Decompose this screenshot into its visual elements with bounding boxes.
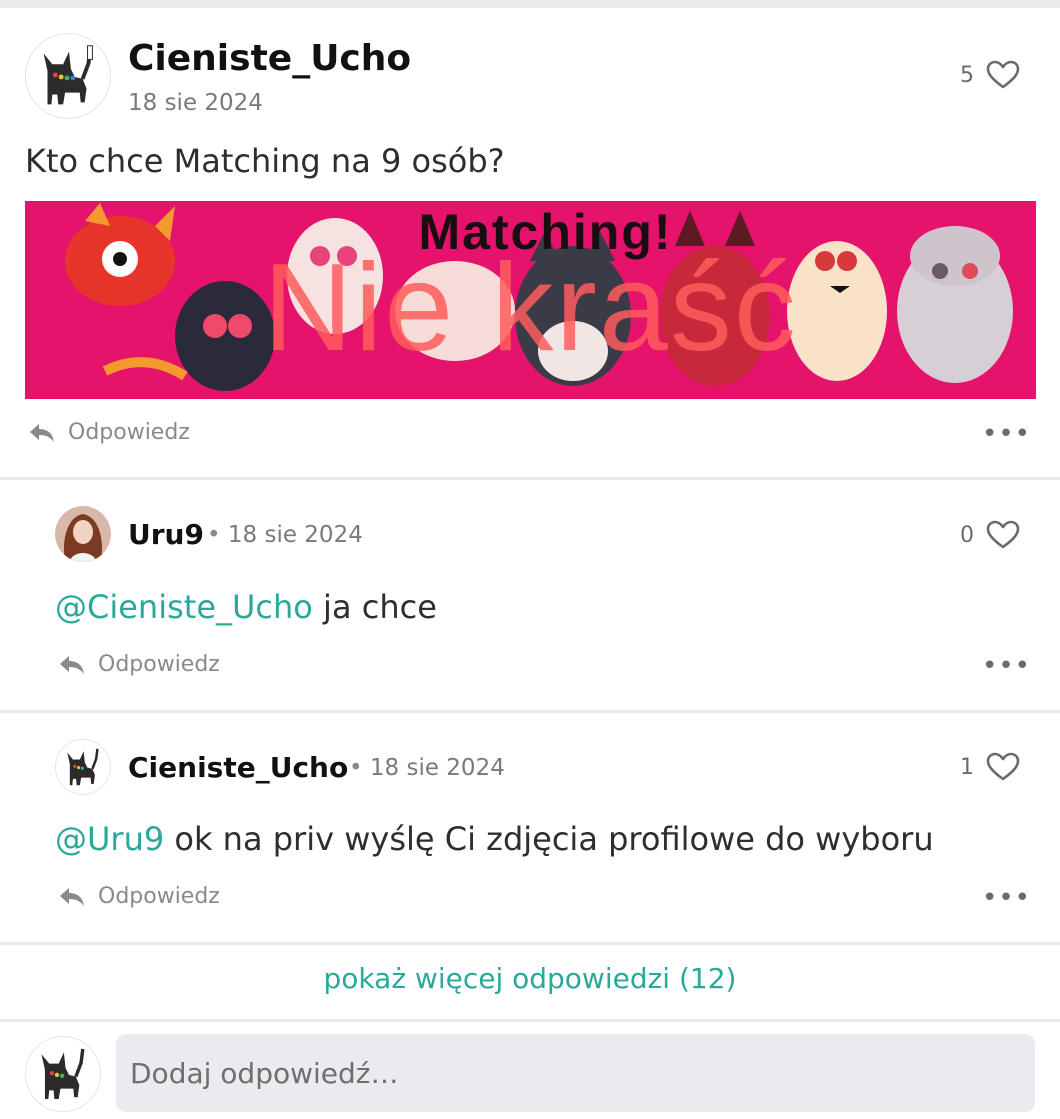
- separator-dot: •: [207, 522, 221, 548]
- reply-date-text: 18 sie 2024: [369, 755, 505, 781]
- reply-date: • 18 sie 2024: [349, 755, 505, 781]
- top-strip: [0, 0, 1060, 8]
- cat-avatar-icon: [67, 748, 99, 786]
- reply-date-text: 18 sie 2024: [227, 522, 363, 548]
- reply-label: Odpowiedz: [98, 884, 220, 909]
- current-user-avatar: [25, 1036, 101, 1112]
- reply-label: Odpowiedz: [68, 420, 190, 445]
- cat-avatar-icon: [41, 1048, 85, 1099]
- heart-icon[interactable]: [986, 60, 1020, 90]
- show-more-replies-link[interactable]: pokaż więcej odpowiedzi (12): [0, 962, 1060, 995]
- reply-input[interactable]: [116, 1034, 1035, 1112]
- heart-icon[interactable]: [986, 752, 1020, 782]
- post-like[interactable]: 5: [960, 60, 1020, 90]
- banner-title: Matching!: [418, 204, 673, 260]
- reply-author-avatar[interactable]: [55, 506, 111, 562]
- reply-text: @Uru9 ok na priv wyślę Ci zdjęcia profil…: [55, 820, 934, 858]
- heart-icon[interactable]: [986, 520, 1020, 550]
- reply-arrow-icon: [60, 655, 84, 674]
- reply-reply-button[interactable]: Odpowiedz: [58, 652, 220, 677]
- more-dots-icon[interactable]: •••: [982, 421, 1031, 447]
- reply-like[interactable]: 0: [960, 520, 1020, 550]
- divider: [0, 942, 1060, 945]
- divider: [0, 1019, 1060, 1022]
- reply-author-name[interactable]: Uru9: [128, 518, 204, 551]
- reply-like-count: 1: [960, 754, 974, 780]
- reply-author-name[interactable]: Cieniste_Ucho: [128, 751, 348, 784]
- divider: [0, 710, 1060, 713]
- divider: [0, 477, 1060, 480]
- reply-text-body: ok na priv wyślę Ci zdjęcia profilowe do…: [164, 820, 934, 858]
- reply-text-body: ja chce: [312, 588, 437, 626]
- user-avatar-icon: [55, 506, 111, 562]
- post-like-count: 5: [960, 62, 974, 88]
- post-date: 18 sie 2024: [128, 90, 263, 116]
- reply-date: • 18 sie 2024: [207, 522, 363, 548]
- more-dots-icon[interactable]: •••: [982, 885, 1031, 911]
- separator-dot: •: [349, 755, 363, 781]
- post-author-avatar[interactable]: [25, 33, 111, 119]
- mention-link[interactable]: @Cieniste_Ucho: [55, 588, 313, 626]
- post-reply-button[interactable]: Odpowiedz: [28, 420, 190, 445]
- reply-reply-button[interactable]: Odpowiedz: [58, 884, 220, 909]
- mention-link[interactable]: @Uru9: [55, 820, 164, 858]
- post-author-name[interactable]: Cieniste_Ucho: [128, 38, 411, 79]
- reply-arrow-icon: [30, 423, 54, 442]
- post-image[interactable]: Matching! Nie kraść: [25, 201, 1036, 399]
- reply-like[interactable]: 1: [960, 752, 1020, 782]
- cat-avatar-icon: [43, 45, 93, 105]
- reply-label: Odpowiedz: [98, 652, 220, 677]
- more-dots-icon[interactable]: •••: [982, 653, 1031, 679]
- reply-arrow-icon: [60, 887, 84, 906]
- reply-text: @Cieniste_Ucho ja chce: [55, 588, 437, 626]
- reply-like-count: 0: [960, 522, 974, 548]
- post-text: Kto chce Matching na 9 osób?: [25, 142, 505, 180]
- reply-author-avatar[interactable]: [55, 739, 111, 795]
